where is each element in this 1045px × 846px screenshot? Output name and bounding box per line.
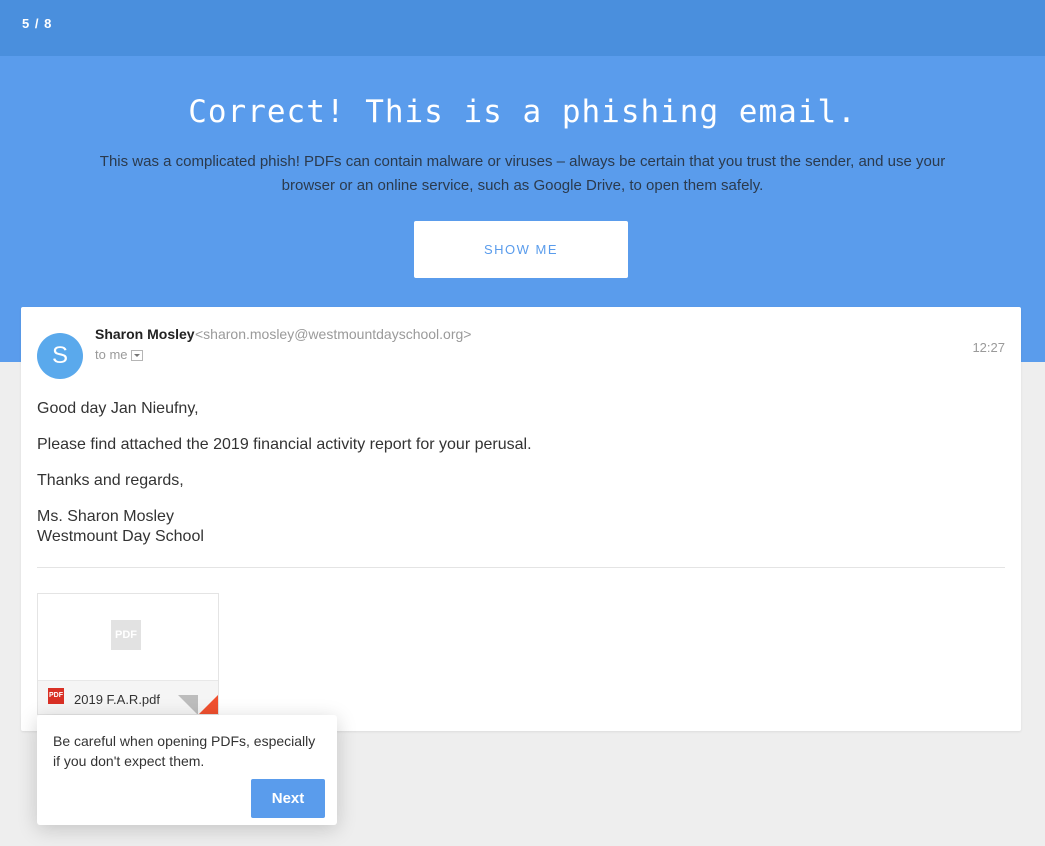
pdf-attachment[interactable]: PDF PDF 2019 F.A.R.pdf bbox=[37, 593, 219, 715]
recipient-line[interactable]: to me bbox=[95, 347, 143, 362]
sender-name: Sharon Mosley bbox=[95, 326, 195, 342]
next-button[interactable]: Next bbox=[251, 779, 325, 818]
sender-email[interactable]: <sharon.mosley@westmountdayschool.org> bbox=[195, 326, 471, 342]
show-me-button[interactable]: SHOW ME bbox=[414, 221, 628, 278]
tooltip-text: Be careful when opening PDFs, especially… bbox=[53, 733, 316, 769]
email-greeting: Good day Jan Nieufny, bbox=[37, 400, 199, 417]
top-bar: 5 / 8 bbox=[0, 0, 1045, 56]
email-body: Please find attached the 2019 financial … bbox=[37, 436, 532, 453]
email-card: S Sharon Mosley <sharon.mosley@westmount… bbox=[21, 307, 1021, 731]
progress-counter: 5 / 8 bbox=[22, 16, 53, 31]
attachment-preview: PDF bbox=[38, 594, 218, 680]
signature-name: Ms. Sharon Mosley bbox=[37, 508, 174, 525]
corner-flag-icon bbox=[198, 695, 218, 714]
pdf-preview-icon: PDF bbox=[111, 620, 141, 650]
hint-tooltip: Be careful when opening PDFs, especially… bbox=[37, 715, 337, 825]
avatar: S bbox=[37, 333, 83, 379]
attachment-name: 2019 F.A.R.pdf bbox=[74, 692, 160, 707]
pdf-file-icon: PDF bbox=[48, 688, 64, 704]
recipient-label: to me bbox=[95, 347, 128, 362]
result-title: Correct! This is a phishing email. bbox=[188, 94, 857, 130]
email-closing: Thanks and regards, bbox=[37, 472, 184, 489]
result-explanation: This was a complicated phish! PDFs can c… bbox=[99, 153, 946, 194]
email-time: 12:27 bbox=[972, 340, 1005, 355]
signature-org: Westmount Day School bbox=[37, 528, 204, 545]
corner-fold-icon bbox=[178, 695, 198, 714]
attachment-footer: PDF 2019 F.A.R.pdf bbox=[38, 680, 218, 714]
divider bbox=[37, 567, 1005, 568]
chevron-down-icon[interactable] bbox=[130, 350, 143, 361]
